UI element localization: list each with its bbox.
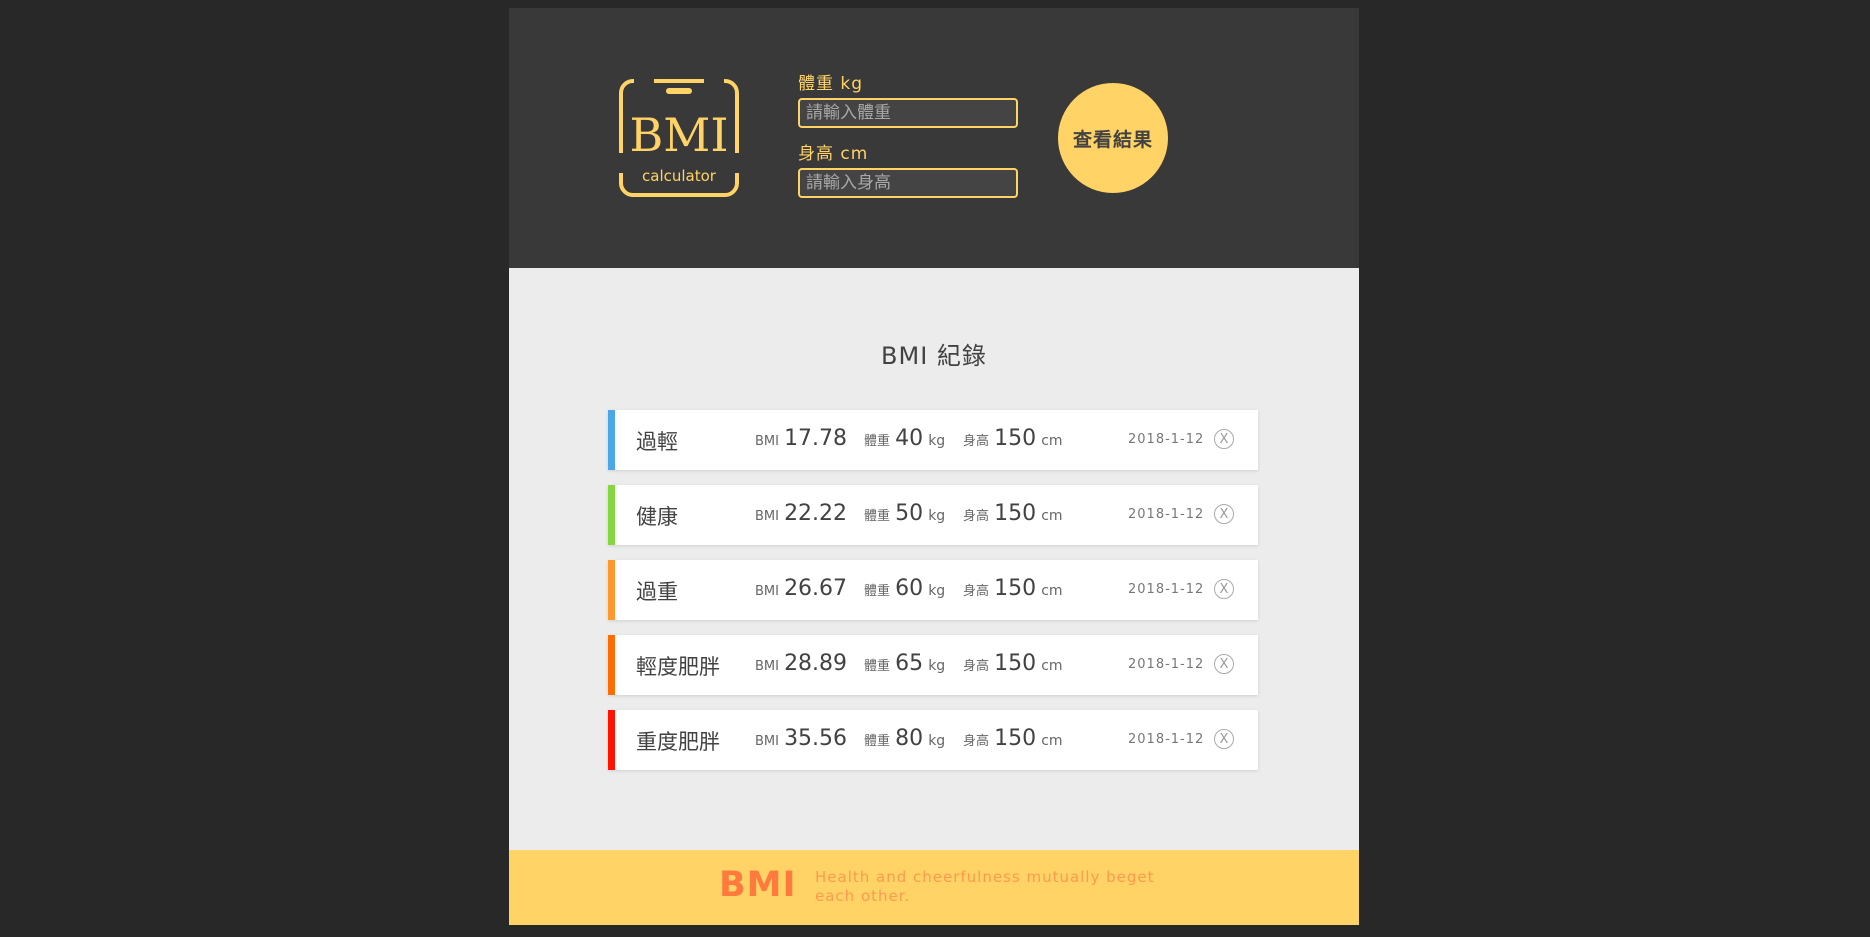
status-color-bar — [608, 710, 615, 770]
delete-icon[interactable]: X — [1214, 429, 1234, 449]
record-weight: 體重 50 kg — [864, 501, 945, 526]
footer: BMI Health and cheerfulness mutually beg… — [509, 850, 1359, 925]
bmi-value: 28.89 — [784, 651, 848, 676]
weight-label: 體重 — [864, 659, 891, 674]
record-status: 健康 — [636, 505, 678, 529]
weight-unit: kg — [928, 658, 946, 674]
record-date: 2018-1-12 — [1128, 432, 1205, 447]
record-row: 過輕 BMI 17.78 體重 40 kg 身高 150 cm 2018-1-12 X — [608, 410, 1258, 470]
weight-label: 體重 kg — [798, 74, 864, 94]
weight-value: 40 — [895, 426, 924, 451]
record-status: 輕度肥胖 — [636, 655, 720, 679]
view-result-button[interactable]: 查看結果 — [1058, 83, 1168, 193]
height-unit: cm — [1041, 508, 1063, 524]
height-value: 150 — [994, 426, 1037, 451]
records-section: BMI 紀錄 過輕 BMI 17.78 體重 40 kg 身高 150 cm 2018-… — [509, 268, 1359, 850]
record-status: 重度肥胖 — [636, 730, 720, 754]
height-value: 150 — [994, 726, 1037, 751]
weight-unit: kg — [928, 508, 946, 524]
height-label: 身高 — [963, 659, 990, 674]
delete-icon[interactable]: X — [1214, 504, 1234, 524]
height-label: 身高 — [963, 734, 990, 749]
record-status: 過輕 — [636, 430, 678, 454]
svg-text:calculator: calculator — [642, 167, 717, 185]
height-unit: cm — [1041, 433, 1063, 449]
weight-label: 體重 — [864, 734, 891, 749]
height-value: 150 — [994, 651, 1037, 676]
bmi-value: 35.56 — [784, 726, 848, 751]
status-color-bar — [608, 485, 615, 545]
weight-label: 體重 — [864, 509, 891, 524]
record-date: 2018-1-12 — [1128, 507, 1205, 522]
record-weight: 體重 65 kg — [864, 651, 945, 676]
weight-value: 80 — [895, 726, 924, 751]
bmi-label: BMI — [755, 509, 779, 524]
status-color-bar — [608, 410, 615, 470]
height-unit: cm — [1041, 733, 1063, 749]
record-bmi: BMI 26.67 — [755, 576, 847, 601]
weight-label: 體重 — [864, 584, 891, 599]
svg-text:BMI: BMI — [629, 108, 728, 162]
record-weight: 體重 60 kg — [864, 576, 945, 601]
bmi-label: BMI — [755, 734, 779, 749]
height-unit: cm — [1041, 658, 1063, 674]
delete-icon[interactable]: X — [1214, 579, 1234, 599]
record-height: 身高 150 cm — [963, 576, 1063, 601]
bmi-label: BMI — [755, 659, 779, 674]
height-label: 身高 — [963, 434, 990, 449]
delete-icon[interactable]: X — [1214, 654, 1234, 674]
weight-unit: kg — [928, 583, 946, 599]
footer-logo: BMI — [719, 865, 797, 905]
record-bmi: BMI 35.56 — [755, 726, 847, 751]
record-row: 過重 BMI 26.67 體重 60 kg 身高 150 cm 2018-1-12 X — [608, 560, 1258, 620]
record-status: 過重 — [636, 580, 678, 604]
record-height: 身高 150 cm — [963, 651, 1063, 676]
record-date: 2018-1-12 — [1128, 657, 1205, 672]
bmi-label: BMI — [755, 434, 779, 449]
record-bmi: BMI 17.78 — [755, 426, 847, 451]
bmi-page: BMI calculator 體重 kg 身高 cm 查看結果 BMI 紀錄 過… — [509, 8, 1359, 925]
height-label: 身高 cm — [798, 144, 869, 164]
record-height: 身高 150 cm — [963, 501, 1063, 526]
height-value: 150 — [994, 501, 1037, 526]
status-color-bar — [608, 635, 615, 695]
weight-unit: kg — [928, 733, 946, 749]
weight-unit: kg — [928, 433, 946, 449]
records-title: BMI 紀錄 — [881, 342, 987, 370]
weight-value: 65 — [895, 651, 924, 676]
record-row: 健康 BMI 22.22 體重 50 kg 身高 150 cm 2018-1-12 X — [608, 485, 1258, 545]
header: BMI calculator 體重 kg 身高 cm 查看結果 — [509, 8, 1359, 268]
weight-value: 50 — [895, 501, 924, 526]
bmi-value: 26.67 — [784, 576, 848, 601]
delete-icon[interactable]: X — [1214, 729, 1234, 749]
weight-value: 60 — [895, 576, 924, 601]
record-height: 身高 150 cm — [963, 726, 1063, 751]
record-bmi: BMI 22.22 — [755, 501, 847, 526]
record-row: 重度肥胖 BMI 35.56 體重 80 kg 身高 150 cm 2018-1-12 X — [608, 710, 1258, 770]
height-unit: cm — [1041, 583, 1063, 599]
record-height: 身高 150 cm — [963, 426, 1063, 451]
weight-label: 體重 — [864, 434, 891, 449]
bmi-calculator-logo: BMI calculator — [618, 78, 740, 197]
record-row: 輕度肥胖 BMI 28.89 體重 65 kg 身高 150 cm 2018-1-12 X — [608, 635, 1258, 695]
height-label: 身高 — [963, 584, 990, 599]
bmi-label: BMI — [755, 584, 779, 599]
height-value: 150 — [994, 576, 1037, 601]
bmi-value: 22.22 — [784, 501, 848, 526]
height-label: 身高 — [963, 509, 990, 524]
record-date: 2018-1-12 — [1128, 582, 1205, 597]
record-date: 2018-1-12 — [1128, 732, 1205, 747]
bmi-value: 17.78 — [784, 426, 848, 451]
record-bmi: BMI 28.89 — [755, 651, 847, 676]
weight-input[interactable] — [798, 98, 1018, 128]
record-weight: 體重 40 kg — [864, 426, 945, 451]
record-weight: 體重 80 kg — [864, 726, 945, 751]
footer-slogan: Health and cheerfulness mutually beget e… — [815, 868, 1155, 905]
status-color-bar — [608, 560, 615, 620]
height-input[interactable] — [798, 168, 1018, 198]
